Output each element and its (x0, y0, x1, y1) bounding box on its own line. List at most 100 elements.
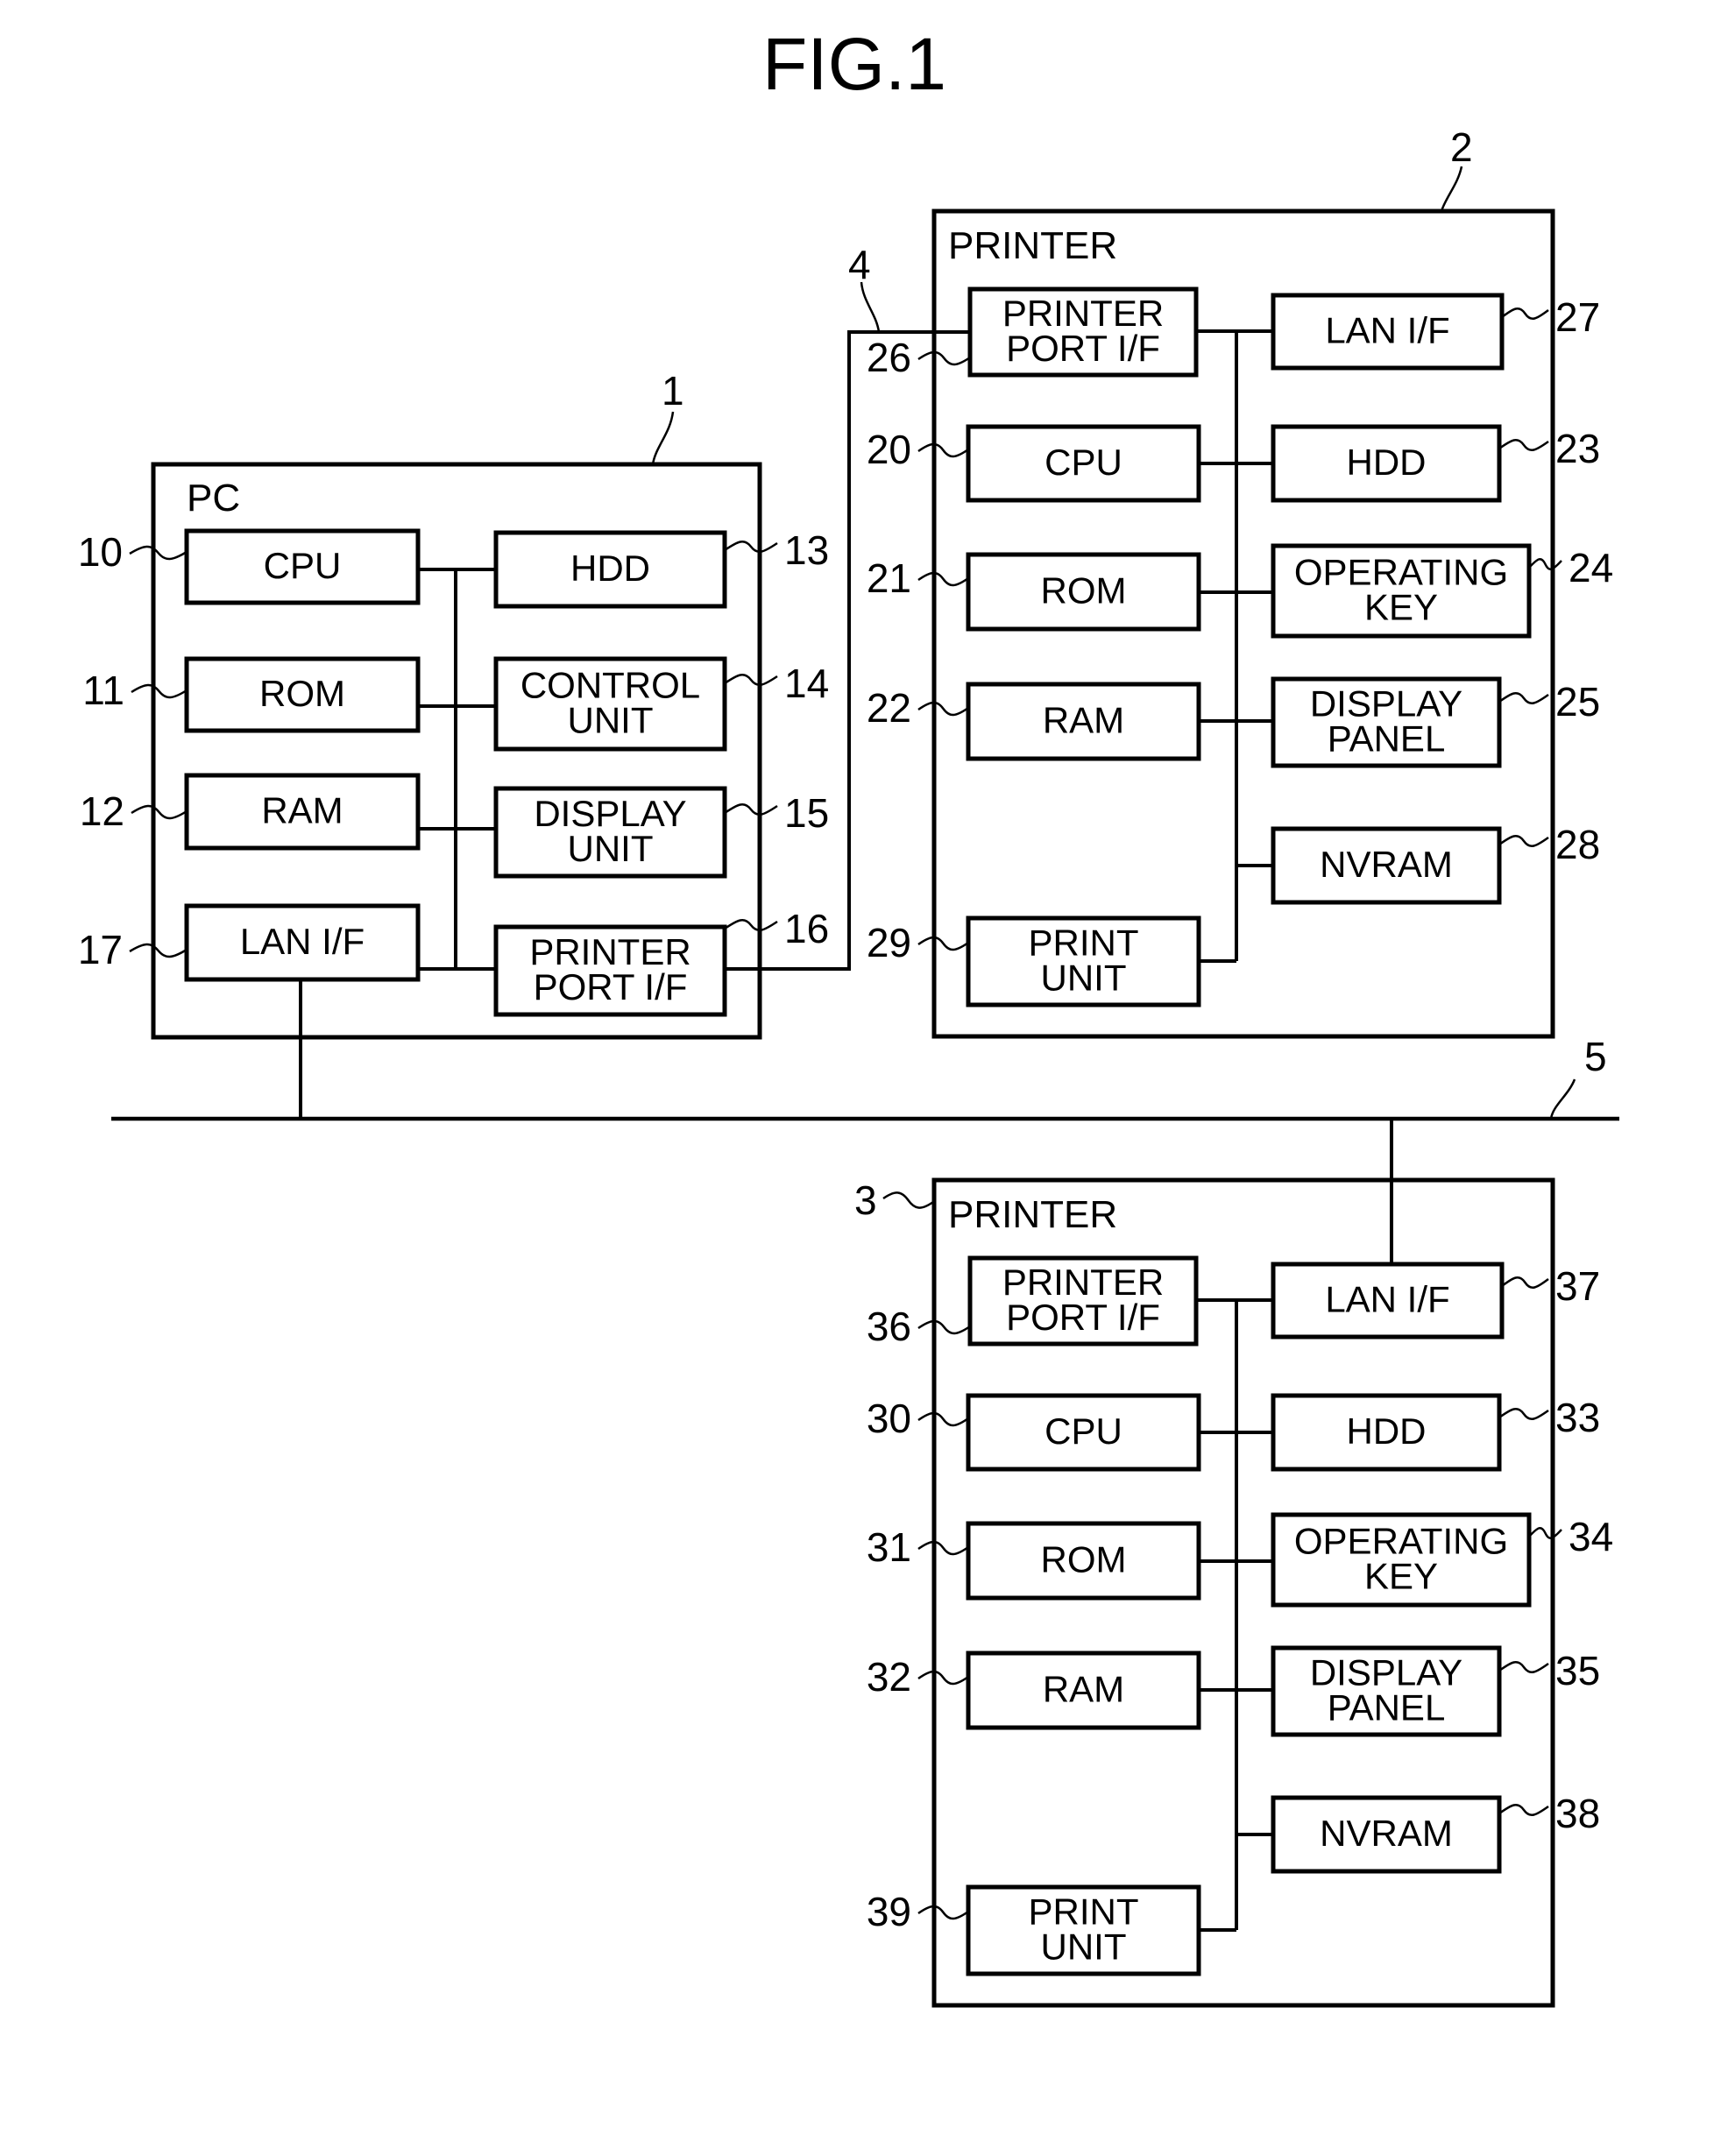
opkey-ref-leader (1528, 1526, 1562, 1540)
panel-block-label-line: PANEL (1328, 1687, 1446, 1728)
printer-a-block-print: PRINTUNIT29 (867, 915, 1201, 1007)
cpu-ref-label: 10 (78, 529, 123, 575)
display-ref-leader (724, 802, 778, 816)
port-block-label-line: PORT I/F (534, 966, 688, 1007)
ram-block-label-line: RAM (261, 790, 343, 831)
print-ref-leader (917, 936, 969, 951)
ram-ref-leader (917, 701, 969, 717)
pc-ref-leader (651, 411, 675, 465)
printer-b-block-ram: RAM 32 (867, 1651, 1201, 1730)
rom-block-label-line: ROM (1041, 1539, 1127, 1580)
print-ref-label: 29 (867, 920, 911, 965)
port-ref-leader (917, 1319, 971, 1335)
hdd-ref-label: 23 (1555, 426, 1600, 471)
printer-a-header: PRINTER (948, 224, 1117, 267)
pc-unit: PC 1 CPU 10 ROM 11 RAM 12 LAN I/F 17 HDD 13 CONTROLU… (78, 368, 829, 1040)
opkey-ref-label: 34 (1569, 1514, 1613, 1559)
pc-block-port: PRINTERPORT I/F16 (493, 906, 829, 1017)
ram-block-label-line: RAM (1043, 1669, 1124, 1710)
panel-block-label-line: PANEL (1328, 718, 1446, 760)
port-block-label-line: PORT I/F (1006, 1297, 1160, 1338)
rom-block-label-line: ROM (1041, 570, 1127, 611)
pc-header: PC (187, 477, 240, 520)
pc-block-ram: RAM 12 (80, 773, 421, 851)
rom-ref-leader (131, 683, 188, 699)
rom-ref-leader (917, 1540, 969, 1556)
panel-ref-leader (1498, 691, 1549, 705)
lan-ref-label: 27 (1555, 294, 1600, 340)
port-ref-label: 16 (784, 906, 829, 951)
port-ref-label: 26 (867, 335, 911, 380)
lan-ref-leader (129, 943, 188, 958)
ram-ref-label: 12 (80, 788, 124, 834)
lan-ref-label: 17 (78, 927, 123, 972)
rom-ref-label: 11 (82, 668, 124, 713)
pc-ref-label: 1 (662, 368, 684, 414)
hdd-ref-leader (1498, 438, 1549, 452)
printer-b-block-opkey: OPERATINGKEY34 (1271, 1512, 1613, 1608)
print-ref-leader (917, 1905, 969, 1920)
cpu-ref-leader (917, 1411, 969, 1427)
printer-b-block-rom: ROM 31 (867, 1521, 1201, 1601)
nvram-ref-leader (1498, 834, 1549, 848)
printer-b-header: PRINTER (948, 1193, 1117, 1236)
hdd-ref-label: 13 (784, 527, 829, 573)
opkey-block-label-line: KEY (1364, 587, 1438, 628)
printer-a-block-port: PRINTERPORT I/F26 (867, 286, 1199, 380)
printer-b-ref-leader (882, 1191, 934, 1209)
display-ref-label: 15 (784, 790, 829, 836)
rom-block-label-line: ROM (259, 673, 345, 714)
printer-unit-3: PRINTER3PRINTERPORT I/F36CPU30ROM31RAM32… (854, 1177, 1613, 2008)
lan-ref-leader (1501, 1276, 1549, 1290)
hdd-ref-label: 33 (1555, 1395, 1600, 1440)
nvram-ref-label: 28 (1555, 822, 1600, 867)
cpu-ref-label: 20 (867, 427, 911, 472)
printer-cable-ref-label: 4 (848, 242, 871, 287)
cpu-ref-leader (917, 442, 969, 458)
opkey-block-label-line: KEY (1364, 1556, 1438, 1597)
control-ref-leader (724, 673, 778, 687)
printer-a-block-ram: RAM 22 (867, 682, 1201, 761)
printer-unit-2: PRINTER2PRINTERPORT I/F26CPU20ROM21RAM22… (867, 124, 1613, 1039)
lan-ref-leader (1549, 1078, 1576, 1120)
pc-block-display: DISPLAYUNIT15 (493, 786, 829, 879)
lan-ref-label: 37 (1555, 1263, 1600, 1309)
cpu-block-label-line: CPU (1045, 1410, 1122, 1452)
printer-a-block-cpu: CPU 20 (867, 424, 1201, 503)
rom-ref-leader (917, 571, 969, 587)
hdd-block-label-line: HDD (1347, 442, 1427, 483)
control-ref-label: 14 (784, 661, 829, 706)
printer-b-block-print: PRINTUNIT39 (867, 1884, 1201, 1976)
cpu-block-label-line: CPU (264, 545, 342, 586)
hdd-block-label-line: HDD (570, 548, 650, 589)
port-ref-label: 36 (867, 1304, 911, 1349)
print-ref-label: 39 (867, 1889, 911, 1934)
ram-block-label-line: RAM (1043, 700, 1124, 741)
nvram-block-label-line: NVRAM (1320, 1813, 1453, 1854)
printer-a-ref-leader (1440, 166, 1463, 212)
pc-block-lan: LAN I/F 17 (78, 903, 421, 982)
lan-block-label-line: LAN I/F (1325, 310, 1449, 351)
cpu-ref-label: 30 (867, 1396, 911, 1441)
port-block-label-line: PORT I/F (1006, 328, 1160, 369)
figure-title: FIG.1 (762, 23, 946, 105)
nvram-block-label-line: NVRAM (1320, 844, 1453, 885)
cpu-ref-leader (129, 545, 188, 561)
rom-ref-label: 21 (867, 555, 911, 601)
lan-block-label-line: LAN I/F (1325, 1279, 1449, 1320)
pc-block-cpu: CPU 10 (78, 528, 421, 605)
lan-ref-leader (1501, 307, 1549, 321)
nvram-ref-leader (1498, 1803, 1549, 1817)
display-block-label-line: UNIT (568, 828, 654, 869)
opkey-ref-label: 24 (1569, 545, 1613, 590)
ram-ref-label: 32 (867, 1654, 911, 1700)
panel-ref-label: 35 (1555, 1648, 1600, 1693)
opkey-ref-leader (1528, 557, 1562, 571)
pc-block-control: CONTROLUNIT14 (493, 656, 829, 752)
printer-a-block-rom: ROM 21 (867, 552, 1201, 632)
rom-ref-label: 31 (867, 1524, 911, 1570)
cpu-block-label-line: CPU (1045, 442, 1122, 483)
port-ref-leader (724, 918, 778, 932)
ram-ref-leader (917, 1670, 969, 1686)
lan-block-label-line: LAN I/F (240, 921, 365, 962)
